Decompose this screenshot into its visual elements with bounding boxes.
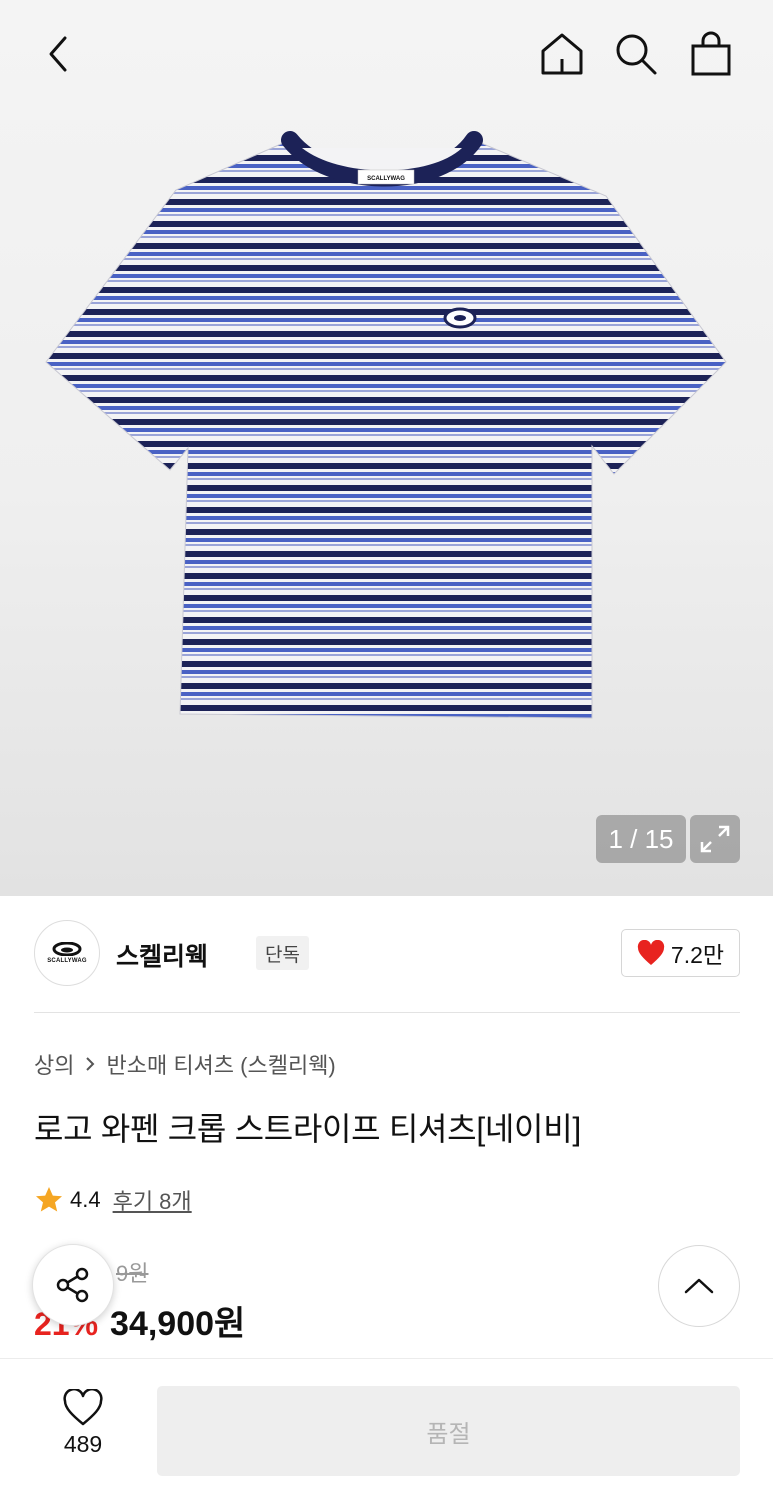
reviews-link[interactable]: 후기 8개 <box>113 1184 192 1216</box>
search-button[interactable] <box>608 26 664 82</box>
sale-price: 34,900원 <box>110 1305 246 1343</box>
chevron-up-icon <box>684 1278 714 1294</box>
breadcrumb-subcategory[interactable]: 반소매 티셔츠 (스켈리웩) <box>106 1048 335 1080</box>
soldout-button[interactable]: 품절 <box>157 1386 740 1476</box>
product-title: 로고 와펜 크롭 스트라이프 티셔츠[네이비] <box>34 1111 581 1147</box>
star-icon <box>36 1187 62 1212</box>
product-image[interactable]: SCALLYWAG <box>40 130 730 730</box>
chevron-left-icon <box>49 36 67 72</box>
brand-row: SCALLYWAG 스켈리웩 단독 7.2만 <box>34 920 740 988</box>
brand-logo[interactable]: SCALLYWAG <box>34 920 100 986</box>
brand-like-button[interactable]: 7.2만 <box>621 929 740 977</box>
share-button[interactable] <box>32 1244 114 1326</box>
bottom-action-bar: 489 품절 <box>0 1358 773 1500</box>
wishlist-button[interactable]: 489 <box>50 1389 116 1458</box>
chevron-right-icon <box>86 1057 95 1071</box>
home-button[interactable] <box>534 26 590 82</box>
wishlist-count: 489 <box>63 1431 103 1457</box>
image-counter: 1 / 15 <box>596 815 686 863</box>
back-button[interactable] <box>30 26 86 82</box>
breadcrumb: 상의 반소매 티셔츠 (스켈리웩) <box>34 1048 336 1080</box>
divider <box>34 1012 740 1013</box>
search-icon <box>616 34 657 75</box>
shopping-bag-icon <box>691 31 731 76</box>
brand-logo-text: SCALLYWAG <box>47 958 87 964</box>
shirt-neck-label: SCALLYWAG <box>367 176 405 182</box>
expand-button[interactable] <box>690 815 740 863</box>
breadcrumb-category[interactable]: 상의 <box>34 1048 74 1080</box>
brand-logo-mark-icon <box>52 942 82 956</box>
share-icon <box>56 1267 89 1303</box>
exclusive-badge: 단독 <box>256 936 309 970</box>
product-gallery[interactable]: SCALLYWAG 1 / 15 <box>0 0 773 896</box>
heart-filled-icon <box>637 940 665 965</box>
rating-score: 4.4 <box>70 1187 101 1212</box>
home-icon <box>541 33 583 75</box>
brand-like-count: 7.2만 <box>670 942 725 968</box>
top-navigation-bar <box>0 0 773 110</box>
brand-name[interactable]: 스켈리웩 <box>116 937 208 973</box>
rating-row: 4.4 후기 8개 <box>34 1184 192 1216</box>
scroll-top-button[interactable] <box>658 1245 740 1327</box>
shopping-bag-button[interactable] <box>683 26 739 82</box>
expand-icon <box>700 825 730 853</box>
heart-outline-icon <box>63 1389 103 1426</box>
